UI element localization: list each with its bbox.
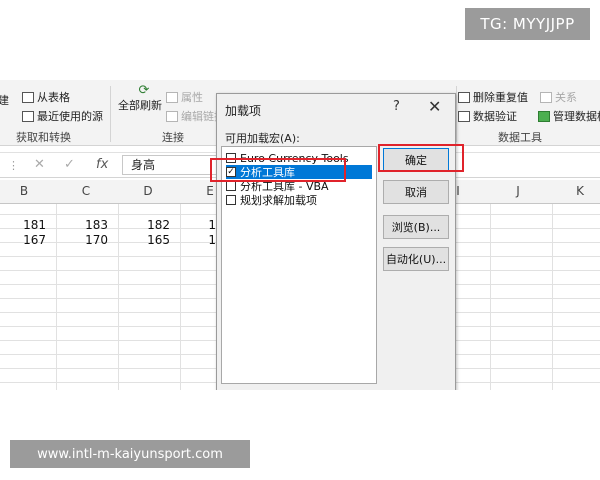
refresh-all-button[interactable]: 全部刷新 [118, 97, 162, 113]
data-model-icon [538, 110, 550, 122]
from-table-button[interactable]: 从表格 [22, 89, 70, 105]
ribbon-separator [110, 86, 111, 142]
addins-listbox[interactable]: Euro Currency Tools ✓ 分析工具库 分析工具库 - VBA … [221, 146, 377, 384]
cell-e2[interactable]: 1 [176, 218, 216, 232]
cell-c3[interactable]: 170 [68, 233, 108, 247]
remove-duplicates-button[interactable]: 删除重复值 [458, 89, 528, 105]
addin-checkbox-checked[interactable]: ✓ [226, 167, 236, 177]
formula-input[interactable]: 身高 [122, 155, 220, 175]
properties-button[interactable]: 属性 [166, 89, 203, 105]
table-icon [22, 91, 34, 103]
available-addins-label: 可用加载宏(A): [225, 132, 300, 145]
browse-button[interactable]: 浏览(B)... [383, 215, 449, 239]
automation-button[interactable]: 自动化(U)... [383, 247, 449, 271]
insert-function-icon[interactable]: fx [96, 157, 108, 172]
addin-checkbox[interactable] [226, 153, 236, 163]
refresh-icon: ⟳ [138, 83, 150, 98]
cell-d3[interactable]: 165 [130, 233, 170, 247]
recent-sources-button[interactable]: 最近使用的源 [22, 108, 103, 124]
tg-watermark: TG: MYYJJPP [465, 8, 590, 40]
cell-d2[interactable]: 182 [130, 218, 170, 232]
help-icon[interactable]: ? [393, 99, 400, 114]
addin-item-analysis-toolpak-vba[interactable]: 分析工具库 - VBA [226, 179, 372, 193]
column-header-k[interactable]: K [570, 184, 590, 198]
relationships-button[interactable]: 关系 [540, 89, 577, 105]
relationships-icon [540, 91, 552, 103]
add-ins-dialog: 加载项 ? ✕ 可用加载宏(A): Euro Currency Tools ✓ … [216, 93, 456, 393]
edit-links-icon [166, 110, 178, 122]
group-connections: 连接 [162, 131, 184, 144]
properties-icon [166, 91, 178, 103]
recent-sources-icon [22, 110, 34, 122]
ribbon-separator [456, 86, 457, 142]
ok-button[interactable]: 确定 [383, 148, 449, 172]
cancel-button[interactable]: 取消 [383, 180, 449, 204]
cell-b2[interactable]: 181 [6, 218, 46, 232]
confirm-entry-icon[interactable]: ✓ [64, 157, 75, 172]
addin-checkbox[interactable] [226, 181, 236, 191]
dialog-title: 加载项 [225, 104, 262, 118]
cell-e3[interactable]: 1 [176, 233, 216, 247]
column-header-b[interactable]: B [14, 184, 34, 198]
group-data-tools: 数据工具 [498, 131, 542, 144]
data-validation-button[interactable]: 数据验证 [458, 108, 517, 124]
cell-c2[interactable]: 183 [68, 218, 108, 232]
cancel-entry-icon[interactable]: ✕ [34, 157, 45, 172]
data-validation-icon [458, 110, 470, 122]
close-icon[interactable]: ✕ [428, 97, 441, 116]
group-get-transform: 获取和转换 [16, 131, 71, 144]
addin-item-euro-currency[interactable]: Euro Currency Tools [226, 151, 372, 165]
remove-duplicates-icon [458, 91, 470, 103]
ribbon-cut-label: 建 [0, 94, 9, 107]
addin-checkbox[interactable] [226, 195, 236, 205]
column-header-d[interactable]: D [138, 184, 158, 198]
addin-item-solver[interactable]: 规划求解加载项 [226, 193, 372, 207]
url-watermark: www.intl-m-kaiyunsport.com [10, 440, 250, 468]
column-header-j[interactable]: J [508, 184, 528, 198]
cell-b3[interactable]: 167 [6, 233, 46, 247]
column-header-c[interactable]: C [76, 184, 96, 198]
addin-item-analysis-toolpak[interactable]: ✓ 分析工具库 [226, 165, 372, 179]
manage-data-model-button[interactable]: 管理数据模 [538, 108, 600, 124]
formula-bar-grip[interactable]: ⋮ [8, 159, 19, 172]
